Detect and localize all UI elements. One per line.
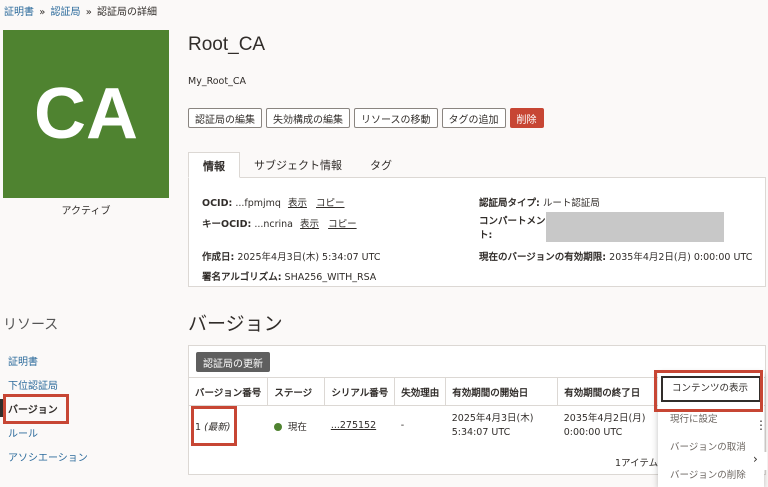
algorithm-label: 署名アルゴリズム: (202, 272, 282, 283)
col-stage[interactable]: ステージ (267, 377, 326, 406)
highlight-view-contents (654, 370, 763, 412)
ca-tile: CA (3, 30, 169, 198)
edit-ca-button[interactable]: 認証局の編集 (188, 108, 262, 128)
ca-type-value: ルート認証局 (542, 198, 600, 209)
current-expiry-value: 2035年4月2日(月) 0:00:00 UTC (609, 252, 753, 263)
compartment-label-line1: コンパートメン (479, 216, 546, 227)
update-ca-button[interactable]: 認証局の更新 (196, 352, 270, 372)
algorithm-value: SHA256_WITH_RSA (284, 272, 377, 283)
delete-version-menu-item[interactable]: バージョンの削除 (658, 462, 764, 487)
algorithm-row: 署名アルゴリズム: SHA256_WITH_RSA (202, 269, 376, 283)
serial-cell: ...275152 (325, 406, 395, 446)
add-tags-button[interactable]: タグの追加 (441, 108, 506, 128)
nav-item-subordinate-cas[interactable]: 下位認証局 (0, 372, 175, 396)
tab-tags[interactable]: タグ (356, 152, 406, 178)
action-toolbar: 認証局の編集 失効構成の編集 リソースの移動 タグの追加 削除 (188, 108, 544, 128)
ocid-copy-link[interactable]: コピー (316, 198, 345, 209)
breadcrumb-separator: » (85, 7, 92, 18)
ocid-value: ...fpmjmq (235, 198, 281, 209)
col-serial[interactable]: シリアル番号 (324, 377, 396, 406)
col-validity-end[interactable]: 有効期間の終了日 (557, 377, 664, 406)
breadcrumb-current: 認証局の詳細 (97, 7, 157, 18)
move-resource-button[interactable]: リソースの移動 (354, 108, 438, 128)
validity-end-cell: 2035年4月2日(月) 0:00:00 UTC (558, 406, 663, 446)
col-validity-start[interactable]: 有効期間の開始日 (445, 377, 559, 406)
breadcrumb: 証明書 » 認証局 » 認証局の詳細 (4, 3, 157, 18)
key-ocid-value: ...ncrina (254, 219, 294, 230)
validity-end-date: 2035年4月2日(月) (563, 412, 646, 424)
versions-title: バージョン (188, 314, 283, 335)
key-ocid-show-link[interactable]: 表示 (300, 219, 319, 230)
col-version-number[interactable]: バージョン番号 (189, 377, 269, 406)
validity-start-cell: 2025年4月3日(木) 5:34:07 UTC (446, 406, 558, 446)
page-title: Root_CA (188, 34, 266, 55)
validity-end-time: 0:00:00 UTC (563, 426, 623, 438)
stage-cell: 現在 (268, 406, 325, 446)
highlight-versions-nav (3, 394, 69, 424)
compartment-value-redacted (546, 212, 724, 242)
resources-title: リソース (3, 317, 59, 333)
compartment-label: コンパートメン ト: (479, 215, 546, 243)
tab-bar: 情報 サブジェクト情報 タグ (188, 152, 406, 178)
serial-link[interactable]: ...275152 (331, 420, 376, 431)
created-label: 作成日: (202, 252, 235, 263)
cancel-version-menu-item[interactable]: バージョンの取消 (658, 434, 764, 462)
highlight-version-number (191, 406, 237, 446)
ocid-show-link[interactable]: 表示 (288, 198, 307, 209)
chevron-right-icon[interactable]: › (753, 452, 767, 470)
created-value: 2025年4月3日(木) 5:34:07 UTC (237, 252, 381, 263)
breadcrumb-separator: » (39, 7, 46, 18)
kebab-menu-icon[interactable]: ⋮ (755, 418, 767, 432)
ocid-label: OCID: (202, 198, 233, 209)
page-subtitle: My_Root_CA (188, 76, 246, 87)
created-row: 作成日: 2025年4月3日(木) 5:34:07 UTC (202, 249, 381, 263)
status-dot-icon (273, 423, 282, 432)
tab-info[interactable]: 情報 (188, 152, 240, 178)
nav-item-certificates[interactable]: 証明書 (0, 348, 175, 372)
current-expiry-label: 現在のバージョンの有効期限: (479, 252, 607, 263)
ca-type-label: 認証局タイプ: (479, 198, 540, 209)
compartment-label-line2: ト: (479, 230, 493, 241)
key-ocid-copy-link[interactable]: コピー (328, 219, 357, 230)
ocid-row: OCID: ...fpmjmq 表示 コピー (202, 195, 345, 209)
validity-start-date: 2025年4月3日(木) (451, 412, 534, 424)
current-expiry-row: 現在のバージョンの有効期限: 2035年4月2日(月) 0:00:00 UTC (479, 249, 752, 263)
ca-type-row: 認証局タイプ: ルート認証局 (479, 195, 600, 209)
breadcrumb-cas[interactable]: 認証局 (51, 7, 81, 18)
revocation-cell: - (400, 420, 405, 432)
col-revocation[interactable]: 失効理由 (394, 377, 447, 406)
key-ocid-row: キーOCID: ...ncrina 表示 コピー (202, 216, 357, 230)
stage-value: 現在 (287, 421, 307, 433)
tab-subject-info[interactable]: サブジェクト情報 (240, 152, 356, 178)
breadcrumb-certificates[interactable]: 証明書 (4, 7, 34, 18)
status-text: アクティブ (61, 206, 111, 217)
validity-start-time: 5:34:07 UTC (451, 426, 511, 438)
edit-revocation-button[interactable]: 失効構成の編集 (266, 108, 350, 128)
delete-button[interactable]: 削除 (509, 108, 544, 128)
key-ocid-label: キーOCID: (202, 219, 252, 230)
nav-item-associations[interactable]: アソシエーション (0, 444, 175, 468)
